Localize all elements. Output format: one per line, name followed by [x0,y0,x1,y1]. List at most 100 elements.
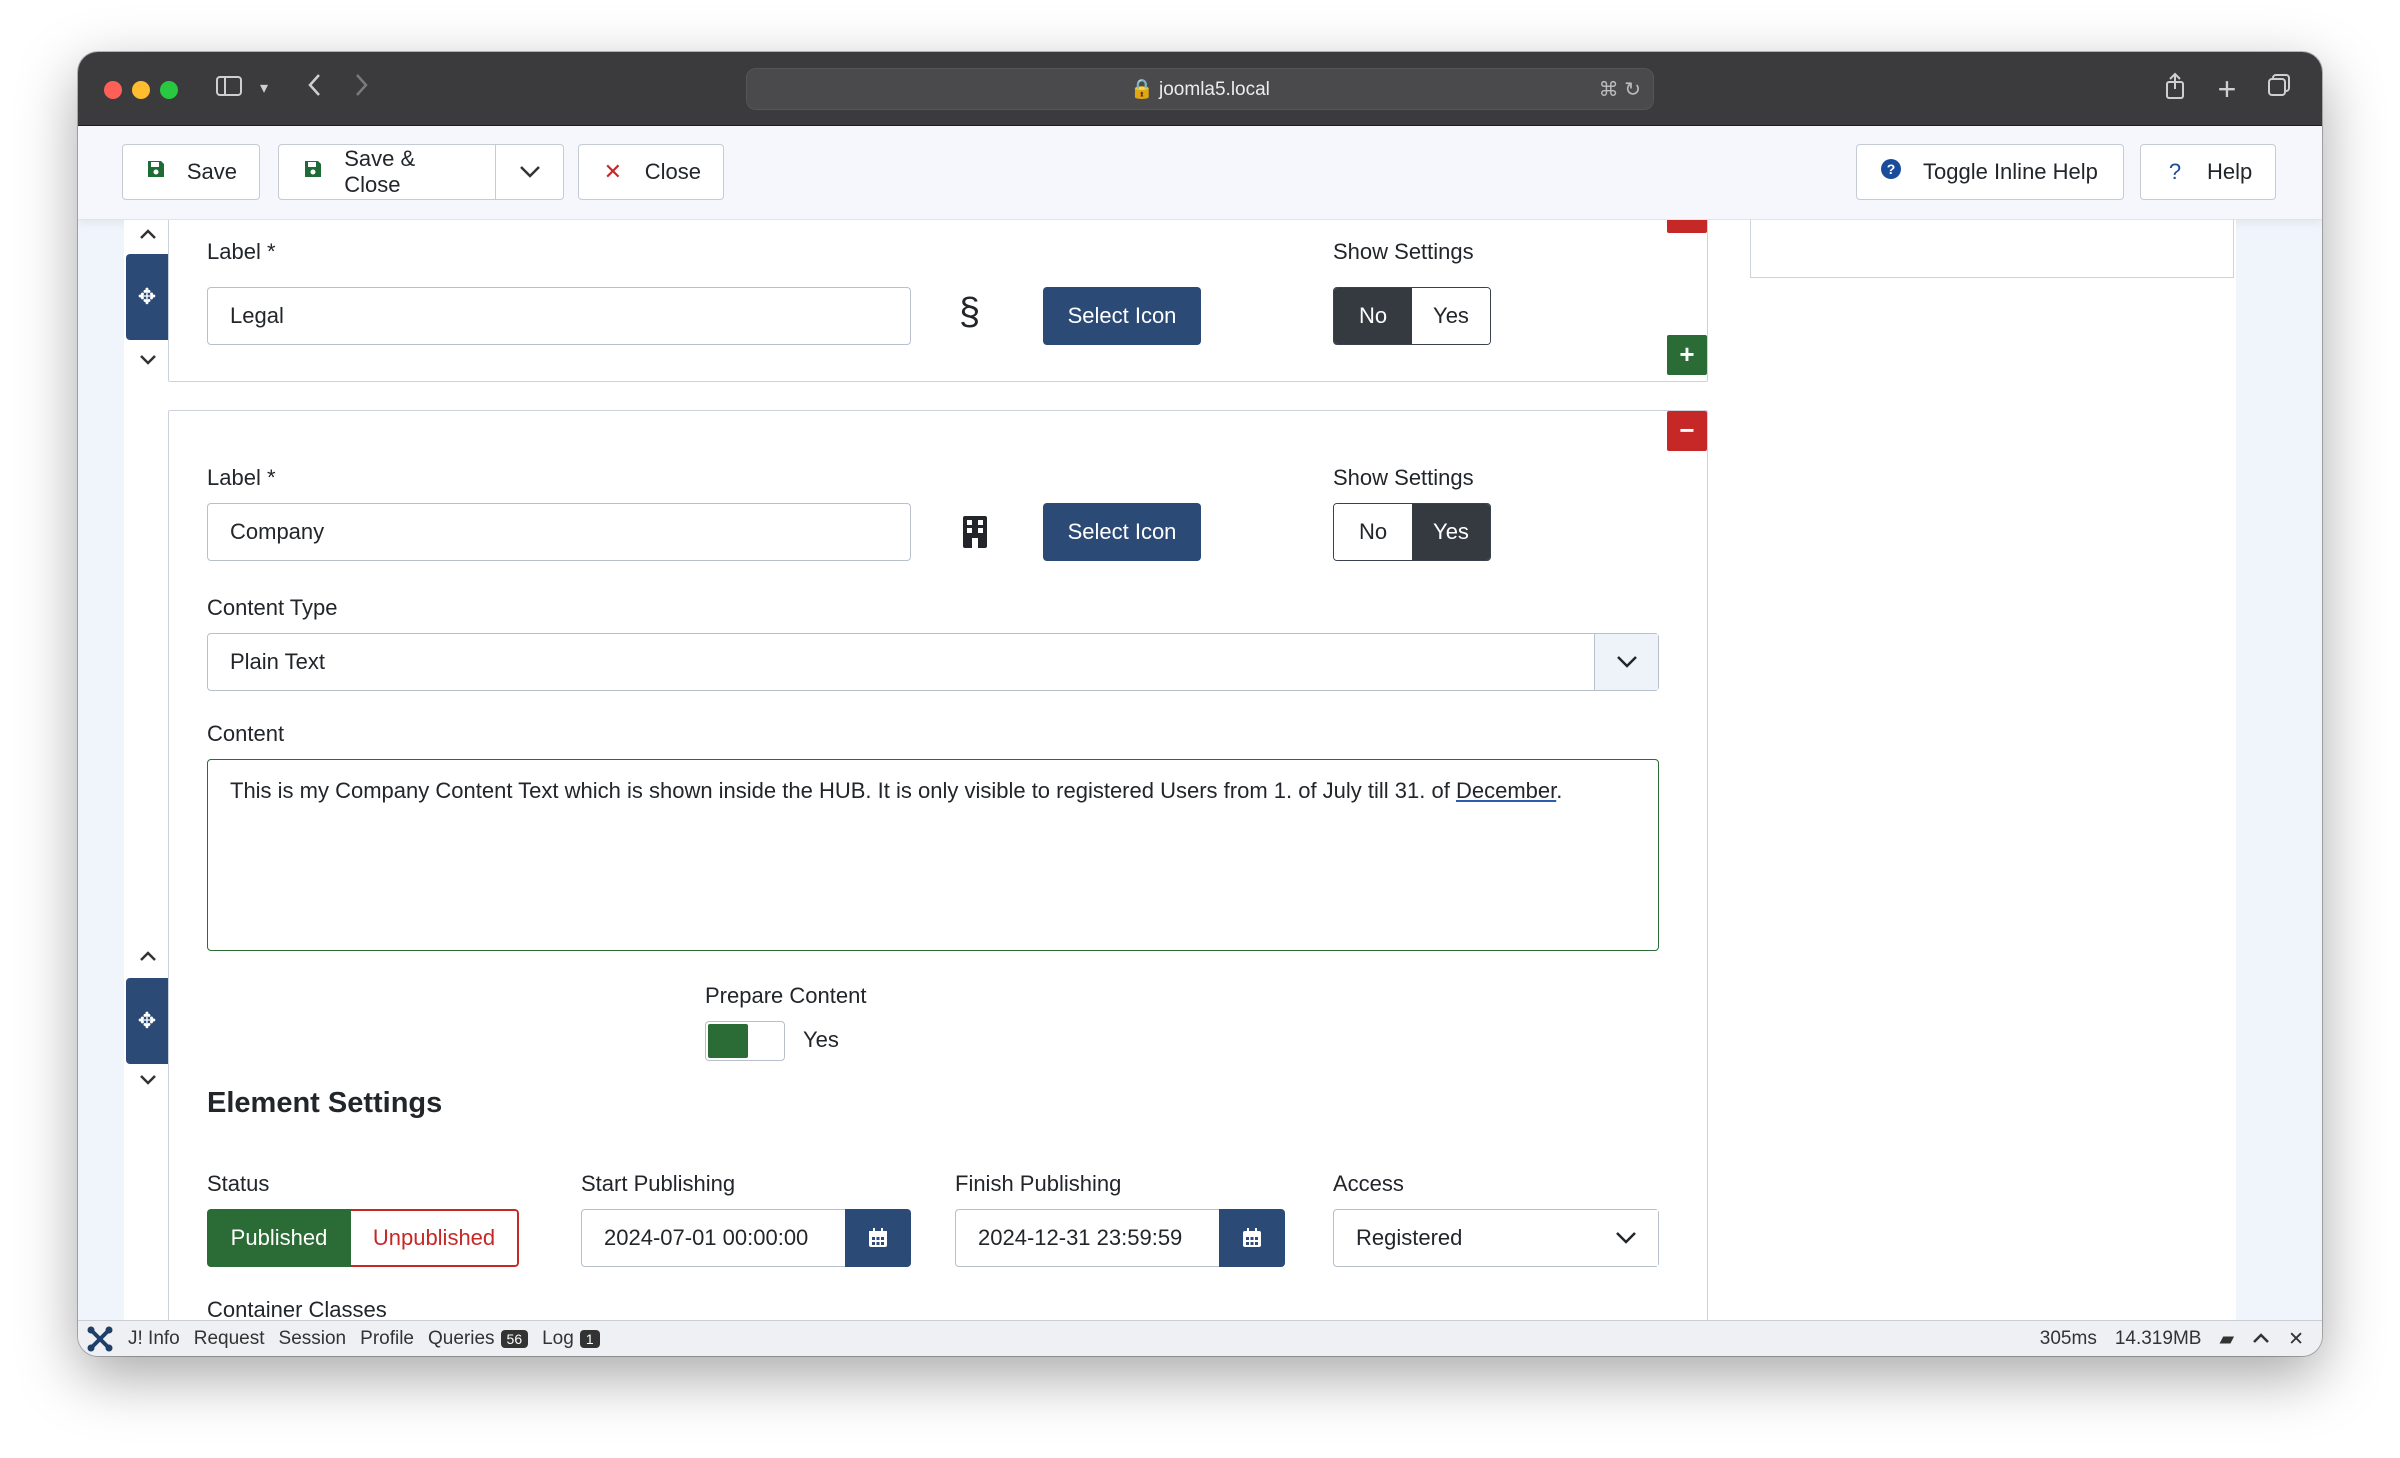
address-bar[interactable]: 🔒 joomla5.local ⌘ ↻ [746,68,1654,110]
label-caption: Label * [207,239,276,264]
debug-queries-tab[interactable]: Queries 56 [428,1327,529,1350]
drag-handle-2[interactable]: ✥ [126,978,168,1064]
back-icon[interactable] [300,72,330,106]
start-publishing-input[interactable]: 2024-07-01 00:00:00 [581,1209,845,1267]
debug-bar: J! Info Request Session Profile Queries … [78,1320,2322,1356]
status-toggle[interactable]: Published Unpublished [207,1209,519,1267]
save-button[interactable]: Save [122,144,260,200]
move-arrows-icon: ✥ [137,284,157,309]
move-down-chevron-icon[interactable] [134,1070,162,1094]
help-label: Help [2207,159,2253,184]
show-settings-toggle[interactable]: No Yes [1333,287,1491,345]
help-button[interactable]: ? Help [2140,144,2276,200]
prepare-content-switch[interactable] [705,1021,785,1061]
browser-window: ▾ 🔒 joomla5.local ⌘ ↻ + Save Save & Clos… [78,52,2322,1356]
finish-calendar-button[interactable] [1219,1209,1285,1267]
prepare-content-caption: Prepare Content [705,983,867,1008]
floppy-icon [301,159,324,185]
label-input[interactable]: Legal [207,287,911,345]
section-sign-icon: § [959,291,981,333]
reload-icon[interactable]: ↻ [1624,79,1641,101]
show-settings-caption: Show Settings [1333,465,1474,490]
log-label: Log [542,1327,574,1349]
access-value: Registered [1356,1225,1463,1250]
label-input[interactable]: Company [207,503,911,561]
debug-profile-tab[interactable]: Profile [360,1328,414,1350]
save-options-dropdown-button[interactable] [496,144,564,200]
drag-handle-1[interactable]: ✥ [126,254,168,340]
element-settings-heading: Element Settings [207,1087,443,1119]
chevron-down-icon [1594,634,1658,690]
sidebar-toggle-icon[interactable] [212,72,246,106]
chevron-down-icon [1594,1210,1658,1266]
debug-log-tab[interactable]: Log 1 [542,1328,600,1350]
select-icon-button[interactable]: Select Icon [1043,287,1201,345]
content-text-a: This is my Company Content Text which is… [230,778,1456,803]
label-caption: Label * [207,465,276,490]
content-type-caption: Content Type [207,595,338,620]
translate-reload-icons[interactable]: ⌘ ↻ [1599,69,1641,111]
translate-icon[interactable]: ⌘ [1599,79,1619,101]
finish-publishing-input[interactable]: 2024-12-31 23:59:59 [955,1209,1219,1267]
log-count-badge: 1 [579,1329,600,1348]
debug-info-tab[interactable]: J! Info [128,1328,180,1350]
debug-session-tab[interactable]: Session [279,1328,347,1350]
toggle-inline-help-button[interactable]: ? Toggle Inline Help [1856,144,2124,200]
chevron-up-icon[interactable] [2252,1328,2270,1350]
start-publishing-field: 2024-07-01 00:00:00 [581,1209,911,1267]
forward-icon[interactable] [346,72,376,106]
show-settings-caption: Show Settings [1333,239,1474,264]
minimize-window-button[interactable] [132,81,150,99]
close-button[interactable]: ✕ Close [578,144,724,200]
show-settings-toggle[interactable]: No Yes [1333,503,1491,561]
debug-request-tab[interactable]: Request [194,1328,265,1350]
close-icon[interactable]: ✕ [2288,1328,2304,1351]
calendar-icon [869,1228,887,1247]
question-icon: ? [2168,159,2182,184]
svg-text:?: ? [1887,161,1896,177]
add-row-button[interactable]: + [1667,335,1707,375]
new-tab-icon[interactable]: + [2212,72,2242,106]
access-select[interactable]: Registered [1333,1209,1659,1267]
content-textarea[interactable]: This is my Company Content Text which is… [207,759,1659,951]
content-text-c: . [1556,778,1563,803]
zoom-window-button[interactable] [160,81,178,99]
show-settings-yes[interactable]: Yes [1412,288,1490,344]
finish-publishing-field: 2024-12-31 23:59:59 [955,1209,1285,1267]
tab-overview-icon[interactable] [2262,72,2296,106]
close-label: Close [644,159,701,184]
save-close-label: Save & Close [344,146,416,197]
queries-label: Queries [428,1327,495,1349]
save-close-button[interactable]: Save & Close [278,144,496,200]
show-settings-yes[interactable]: Yes [1412,504,1490,560]
sidebar-menu-chevron-icon[interactable]: ▾ [254,72,274,106]
status-published[interactable]: Published [207,1209,351,1267]
side-panel-card [1750,220,2234,278]
building-icon [961,515,989,554]
share-icon[interactable] [2160,72,2190,106]
move-down-chevron-icon[interactable] [134,350,162,374]
move-up-chevron-icon[interactable] [134,224,162,248]
status-unpublished[interactable]: Unpublished [351,1209,519,1267]
show-settings-no[interactable]: No [1334,504,1412,560]
joomla-logo-icon[interactable] [86,1325,114,1353]
toggle-help-label: Toggle Inline Help [1923,159,2098,184]
close-window-button[interactable] [104,81,122,99]
close-x-icon: ✕ [603,159,623,184]
folder-icon[interactable]: ▰ [2219,1328,2234,1351]
start-publishing-caption: Start Publishing [581,1171,736,1196]
action-toolbar: Save Save & Close ✕ Close ? Toggle Inlin… [78,126,2322,220]
remove-row-button[interactable]: − [1667,220,1707,233]
url-value: joomla5.local [1159,79,1270,100]
container-classes-caption: Container Classes [207,1297,387,1320]
editor-content: ✥ − Label * Legal § Select Icon Show Set… [78,220,2322,1320]
content-type-select[interactable]: Plain Text [207,633,1659,691]
start-calendar-button[interactable] [845,1209,911,1267]
status-caption: Status [207,1171,270,1196]
select-icon-button[interactable]: Select Icon [1043,503,1201,561]
subform-row-company: − Label * Company Select Icon Show Setti… [168,410,1708,1320]
move-up-chevron-icon[interactable] [134,946,162,970]
show-settings-no[interactable]: No [1334,288,1412,344]
remove-row-button[interactable]: − [1667,411,1707,451]
url-text: 🔒 joomla5.local [1130,79,1270,100]
